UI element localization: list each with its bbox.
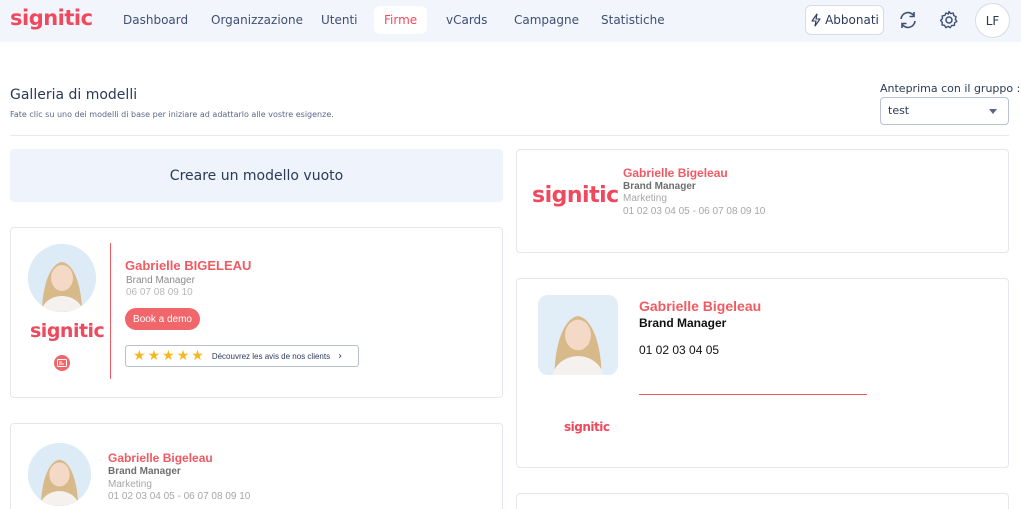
create-empty-template-label: Creare un modello vuoto bbox=[169, 167, 344, 184]
nav-dashboard[interactable]: Dashboard bbox=[113, 6, 198, 34]
nav-utenti[interactable]: Utenti bbox=[311, 6, 368, 34]
card1-name: Gabrielle BIGELEAU bbox=[125, 258, 252, 273]
chevron-down-icon bbox=[989, 109, 997, 114]
app-logo[interactable]: signitic bbox=[10, 6, 93, 30]
book-demo-button[interactable]: Book a demo bbox=[125, 308, 200, 330]
header-divider bbox=[10, 135, 1009, 136]
card2-phones: 01 02 03 04 05 - 06 07 08 09 10 bbox=[623, 206, 766, 217]
card1-divider-line bbox=[110, 243, 111, 379]
group-select[interactable]: test bbox=[880, 97, 1009, 125]
card3-divider-line bbox=[639, 394, 867, 395]
group-select-value: test bbox=[888, 104, 910, 117]
card1-phone: 06 07 08 09 10 bbox=[126, 287, 193, 298]
card4-dept: Marketing bbox=[108, 479, 152, 490]
nav-campagne[interactable]: Campagne bbox=[504, 6, 589, 34]
card4-role: Brand Manager bbox=[108, 466, 181, 477]
star-icon: ★ bbox=[191, 348, 204, 364]
gear-icon bbox=[939, 10, 958, 29]
page-subtitle: Fate clic su uno dei modelli di base per… bbox=[10, 110, 334, 119]
lightning-icon bbox=[811, 13, 821, 27]
card1-logo: signitic bbox=[30, 320, 105, 342]
reviews-text: Découvrez les avis de nos clients bbox=[211, 351, 331, 361]
profile-photo bbox=[538, 295, 618, 375]
nav-statistiche[interactable]: Statistiche bbox=[591, 6, 675, 34]
card2-role: Brand Manager bbox=[623, 181, 696, 192]
sync-icon bbox=[900, 11, 916, 29]
chevron-right-icon: › bbox=[338, 350, 343, 362]
top-navbar: signitic Dashboard Organizzazione Utenti… bbox=[0, 0, 1021, 42]
star-icon: ★ bbox=[176, 348, 190, 364]
star-icon: ★ bbox=[133, 348, 146, 364]
card2-logo: signitic bbox=[532, 183, 619, 208]
settings-button[interactable] bbox=[937, 8, 961, 32]
nav-organizzazione[interactable]: Organizzazione bbox=[201, 6, 313, 34]
nav-firme[interactable]: Firme bbox=[374, 6, 428, 34]
star-icon: ★ bbox=[147, 348, 161, 364]
template-card-5[interactable] bbox=[516, 493, 1009, 509]
page-title: Galleria di modelli bbox=[10, 87, 138, 103]
card1-role: Brand Manager bbox=[126, 275, 195, 286]
user-avatar[interactable]: LF bbox=[975, 3, 1010, 38]
create-empty-template-button[interactable]: Creare un modello vuoto bbox=[10, 149, 503, 202]
profile-photo bbox=[28, 244, 96, 312]
sync-button[interactable] bbox=[896, 8, 920, 32]
card3-logo: signitic bbox=[564, 420, 610, 434]
profile-photo bbox=[28, 443, 91, 506]
card3-phone: 01 02 03 04 05 bbox=[639, 343, 720, 357]
card4-name: Gabrielle Bigeleau bbox=[108, 451, 213, 465]
reviews-banner[interactable]: ★ ★ ★ ★ ★ Découvrez les avis de nos clie… bbox=[125, 345, 359, 367]
star-icon: ★ bbox=[162, 348, 175, 364]
card3-role: Brand Manager bbox=[639, 316, 727, 330]
card4-phones: 01 02 03 04 05 - 06 07 08 09 10 bbox=[108, 491, 251, 502]
card2-dept: Marketing bbox=[623, 193, 667, 204]
contact-card-icon bbox=[54, 355, 70, 371]
subscribe-label: Abbonati bbox=[825, 13, 879, 27]
card3-name: Gabrielle Bigeleau bbox=[639, 298, 762, 314]
card2-name: Gabrielle Bigeleau bbox=[623, 166, 728, 180]
subscribe-button[interactable]: Abbonati bbox=[805, 5, 884, 35]
nav-vcards[interactable]: vCards bbox=[436, 6, 497, 34]
group-preview-label: Anteprima con il gruppo : bbox=[880, 82, 1021, 95]
